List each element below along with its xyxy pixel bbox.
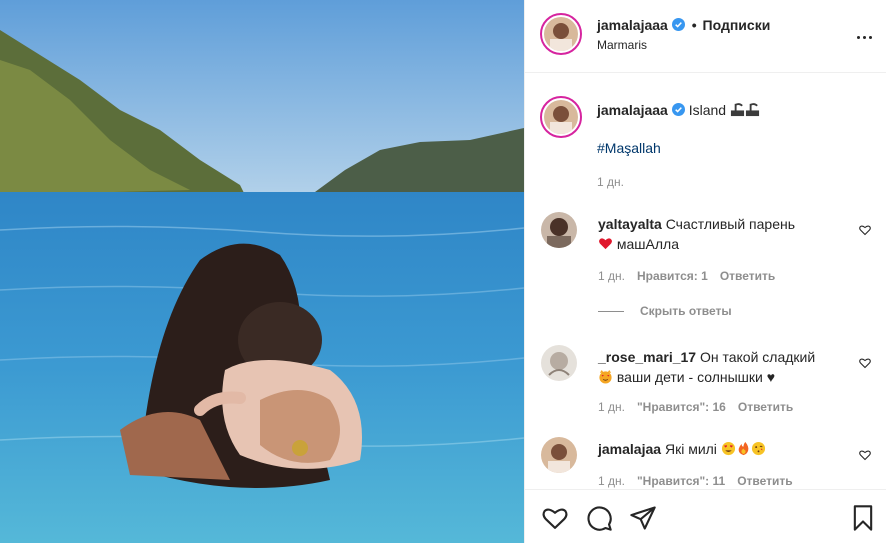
location-link[interactable]: Marmaris: [597, 38, 647, 52]
comment-body: yaltayalta Счастливый парень машАлла: [598, 214, 848, 254]
commenter-avatar[interactable]: [541, 212, 577, 248]
author-username[interactable]: jamalajaaa: [597, 17, 668, 33]
comment-likes[interactable]: "Нравится": 11: [637, 474, 725, 488]
avatar-image: [541, 345, 577, 381]
avatar-image: [544, 100, 578, 134]
hide-replies-label: Скрыть ответы: [640, 304, 732, 318]
comment-time[interactable]: 1 дн.: [598, 400, 625, 414]
comment-bubble-icon[interactable]: [585, 504, 613, 532]
caption-avatar[interactable]: [540, 96, 582, 138]
comment-text-continued: ваши дети - солнышки ♥: [616, 369, 776, 385]
reply-button[interactable]: Ответить: [737, 474, 792, 488]
comment-body: _rose_mari_17 Он такой сладкий ваши дети…: [598, 347, 848, 387]
comment-like-icon[interactable]: [859, 224, 871, 236]
verified-badge-icon: [671, 103, 685, 116]
header-user-line: jamalajaaa • Подписки: [597, 17, 770, 33]
post-image: [0, 0, 524, 543]
island-emoji: [730, 103, 745, 117]
more-options-icon[interactable]: [855, 26, 875, 42]
comment-meta: 1 дн. Нравится: 1 Ответить: [598, 269, 775, 283]
paper-plane-icon[interactable]: [629, 504, 657, 532]
comment-like-icon[interactable]: [859, 449, 871, 461]
comment-text: Счастливый парень: [665, 216, 796, 232]
fire-emoji: [738, 441, 749, 456]
comment-text: Он такой сладкий: [699, 349, 816, 365]
caption-username[interactable]: jamalajaaa: [597, 102, 668, 118]
author-avatar[interactable]: [540, 13, 582, 55]
comment-likes[interactable]: Нравится: 1: [637, 269, 708, 283]
commenter-avatar[interactable]: [541, 437, 577, 473]
caption: jamalajaaa Island: [597, 102, 760, 118]
comment-meta: 1 дн. "Нравится": 16 Ответить: [598, 400, 793, 414]
comment-like-icon[interactable]: [859, 357, 871, 369]
action-bar: [525, 489, 886, 543]
comment-likes[interactable]: "Нравится": 16: [637, 400, 726, 414]
hashtag-link[interactable]: #Maşallah: [597, 140, 661, 156]
separator-dot: •: [691, 17, 697, 33]
avatar-image: [541, 437, 577, 473]
avatar-image: [544, 17, 578, 51]
following-button[interactable]: Подписки: [703, 17, 771, 33]
post-panel: jamalajaaa • Подписки Marmaris jamalajaa…: [524, 0, 886, 543]
comment-username[interactable]: yaltayalta: [598, 216, 662, 232]
comment-text-continued: машАлла: [616, 236, 679, 252]
comment-body: jamalajaa Які милі: [598, 439, 848, 459]
commenter-avatar[interactable]: [541, 345, 577, 381]
comment-username[interactable]: jamalajaa: [598, 441, 661, 457]
island-emoji: [745, 103, 760, 117]
comment-time[interactable]: 1 дн.: [598, 474, 625, 488]
reply-button[interactable]: Ответить: [738, 400, 793, 414]
comment-text: Які милі: [664, 441, 717, 457]
reply-button[interactable]: Ответить: [720, 269, 775, 283]
heart-eyes-emoji: [721, 441, 735, 456]
comment-username[interactable]: _rose_mari_17: [598, 349, 696, 365]
bookmark-icon[interactable]: [849, 504, 877, 532]
comment-time[interactable]: 1 дн.: [598, 269, 625, 283]
post-photo[interactable]: [0, 0, 524, 543]
caption-timestamp[interactable]: 1 дн.: [597, 175, 624, 189]
heart-outline-icon[interactable]: [541, 504, 569, 532]
caption-text: Island: [688, 102, 727, 118]
heart-eyes-cat-emoji: [599, 369, 612, 384]
verified-badge-icon: [671, 18, 685, 31]
hide-replies-button[interactable]: Скрыть ответы: [598, 304, 732, 318]
divider-line: [598, 311, 624, 313]
red-heart-emoji: [599, 238, 612, 250]
kissing-face-emoji: [751, 441, 765, 456]
post-header: jamalajaaa • Подписки Marmaris: [525, 0, 886, 73]
avatar-image: [541, 212, 577, 248]
comment-meta: 1 дн. "Нравится": 11 Ответить: [598, 474, 793, 488]
